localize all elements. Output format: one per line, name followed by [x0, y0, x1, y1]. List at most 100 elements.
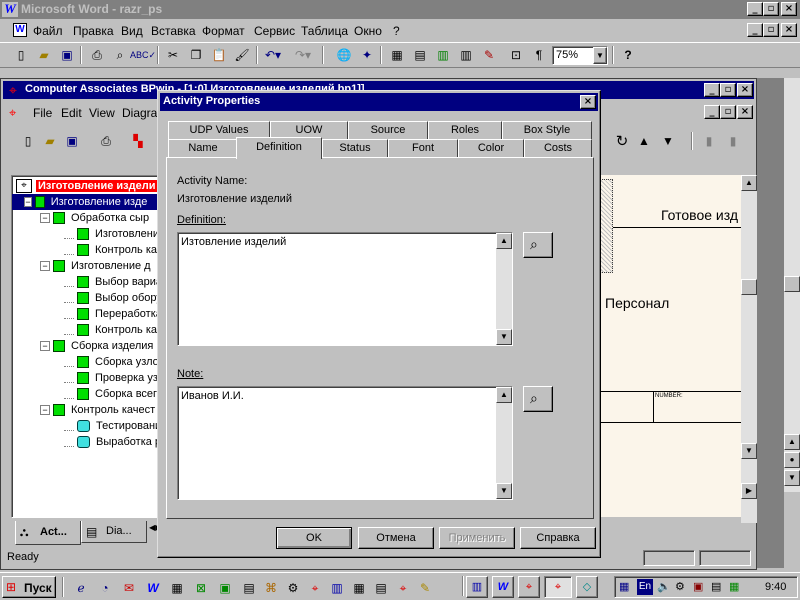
word-select-browse[interactable]: ●	[784, 452, 800, 468]
tree-node[interactable]: Контроль кач	[64, 322, 162, 338]
tree-node[interactable]: Выработка р	[64, 434, 162, 450]
tree-node[interactable]: Контроль кач	[64, 242, 162, 258]
cancel-button[interactable]: Отмена	[358, 527, 434, 549]
collapse-icon[interactable]: −	[40, 341, 50, 351]
tree-node[interactable]: Переработка	[64, 306, 162, 322]
tree-node[interactable]: Сборка всего	[64, 386, 162, 402]
cut-icon[interactable]: ✂	[162, 45, 184, 65]
definition-scroll-up[interactable]: ▲	[496, 233, 512, 249]
format-painter-icon[interactable]: 🖌	[231, 45, 253, 65]
app-icon-8[interactable]: ▤	[372, 580, 390, 596]
paste-icon[interactable]: 📋	[208, 45, 230, 65]
excel-icon[interactable]: ⊠	[192, 580, 210, 596]
new-doc-icon[interactable]: ▯	[10, 45, 32, 65]
collapse-icon[interactable]: −	[40, 261, 50, 271]
doc-close-button[interactable]: ×	[781, 23, 797, 37]
taskbar-btn-1[interactable]: ▥	[466, 576, 488, 598]
bp-disabled-icon-2[interactable]: ▮	[722, 131, 744, 151]
bp-rotate-icon[interactable]: ↻	[611, 131, 633, 151]
insert-table-icon[interactable]: ▤	[409, 45, 431, 65]
ok-button[interactable]: OK	[276, 527, 352, 549]
drawing-icon[interactable]: ✎	[478, 45, 500, 65]
show-hide-icon[interactable]: ¶	[528, 45, 550, 65]
word-minimize-button[interactable]: _	[747, 2, 763, 16]
app-icon-7[interactable]: ▦	[350, 580, 368, 596]
collapse-icon[interactable]: −	[40, 213, 50, 223]
ie-icon[interactable]: ℯ	[72, 580, 90, 596]
undo-icon[interactable]: ↶▾	[262, 45, 284, 65]
bpwin-restore-button[interactable]: ▫	[720, 83, 736, 97]
zoom-select[interactable]: 75% ▼	[552, 46, 608, 65]
tree-node[interactable]: Проверка уз.	[64, 370, 162, 386]
app-icon-4[interactable]: ⌘	[262, 580, 280, 596]
bpwin-menu-edit[interactable]: Edit	[61, 106, 82, 120]
menu-tools[interactable]: Сервис	[254, 24, 295, 38]
canvas-scroll-down[interactable]: ▼	[741, 443, 757, 459]
tree-node[interactable]: − Изготовление изде	[12, 194, 162, 210]
tab-costs[interactable]: Costs	[524, 139, 592, 157]
tray-icon-4[interactable]: ▦	[729, 580, 739, 593]
note-scroll-up[interactable]: ▲	[496, 387, 512, 403]
chevron-down-icon[interactable]: ▼	[593, 47, 607, 64]
taskbar-btn-bpwin[interactable]: ⌖	[518, 576, 540, 598]
canvas-scroll-right[interactable]: ▶	[741, 483, 757, 499]
tree-node[interactable]: Тестировани	[64, 418, 162, 434]
tab-font[interactable]: Font	[388, 139, 458, 157]
menu-file[interactable]: Файл	[33, 24, 63, 38]
tab-source[interactable]: Source	[348, 121, 428, 139]
tree-node[interactable]: ⌖ Изготовление издели	[16, 178, 162, 194]
app-icon-9[interactable]: ⌖	[394, 580, 412, 596]
menu-view[interactable]: Вид	[121, 24, 143, 38]
office-assistant-icon[interactable]: ?	[617, 45, 639, 65]
print-icon[interactable]: ⎙	[86, 45, 108, 65]
bpwin-doc-minimize-button[interactable]: _	[704, 105, 720, 119]
menu-format[interactable]: Формат	[202, 24, 245, 38]
taskbar-btn-2[interactable]: ◇	[576, 576, 598, 598]
tree-tab-diagrams[interactable]: ▤ Dia...	[81, 521, 147, 543]
definition-scroll-down[interactable]: ▼	[496, 329, 512, 345]
web-toolbar-icon[interactable]: ✦	[356, 45, 378, 65]
tray-app-icon[interactable]: ▦	[619, 580, 629, 593]
app-icon-6[interactable]: ▥	[328, 580, 346, 596]
print-preview-icon[interactable]: ⌕	[109, 45, 131, 65]
clock[interactable]: 9:40	[765, 581, 786, 593]
note-textarea[interactable]: Иванов И.И. ▲ ▼	[177, 386, 513, 500]
bpwin-quick-icon[interactable]: ⌖	[306, 580, 324, 596]
bp-open-icon[interactable]: ▰	[39, 131, 61, 151]
tree-node[interactable]: Сборка узлов	[64, 354, 162, 370]
bp-save-icon[interactable]: ▣	[61, 131, 83, 151]
tree-node[interactable]: Изготовлени	[64, 226, 161, 242]
bpwin-doc-close-button[interactable]: ×	[737, 105, 753, 119]
canvas-vscrollbar[interactable]	[741, 175, 757, 523]
tree-node[interactable]: Выбор вариа	[64, 274, 162, 290]
tab-status[interactable]: Status	[322, 139, 388, 157]
collapse-icon[interactable]: −	[24, 197, 33, 207]
app-icon-10[interactable]: ✎	[416, 580, 434, 596]
tree-node[interactable]: Выбор обору	[64, 290, 162, 306]
bp-up-arrow-icon[interactable]: ▲	[633, 131, 655, 151]
help-button[interactable]: Справка	[520, 527, 596, 549]
insert-excel-icon[interactable]: ▥	[432, 45, 454, 65]
taskbar-btn-word[interactable]: W	[492, 576, 514, 598]
app-icon-3[interactable]: ▤	[240, 580, 258, 596]
tree-node[interactable]: − Сборка изделия	[40, 338, 155, 354]
word-icon[interactable]: W	[144, 580, 162, 596]
tree-node[interactable]: − Контроль качест	[40, 402, 157, 418]
definition-zoom-button[interactable]: ⌕	[523, 232, 553, 258]
app-icon-5[interactable]: ⚙	[284, 580, 302, 596]
activity-tree[interactable]: ⌖ Изготовление издели − Изготовление изде − О…	[11, 175, 163, 518]
tree-node[interactable]: − Обработка сыр	[40, 210, 151, 226]
bpwin-menu-view[interactable]: View	[89, 106, 115, 120]
doc-icon[interactable]: W	[13, 23, 27, 37]
tree-tab-activities[interactable]: ⛬ Act...	[15, 521, 81, 545]
tables-borders-icon[interactable]: ▦	[386, 45, 408, 65]
menu-edit[interactable]: Правка	[73, 24, 114, 38]
tab-color[interactable]: Color	[458, 139, 524, 157]
diagram-canvas[interactable]: Готовое изд Персонал NUMBER:	[599, 175, 741, 517]
dialog-close-button[interactable]: ×	[580, 95, 596, 109]
bpwin-minimize-button[interactable]: _	[704, 83, 720, 97]
copy-icon[interactable]: ❐	[185, 45, 207, 65]
word-next-page[interactable]: ▼	[784, 470, 800, 486]
tab-definition[interactable]: Definition	[236, 137, 322, 159]
word-scroll-thumb[interactable]	[784, 276, 800, 292]
